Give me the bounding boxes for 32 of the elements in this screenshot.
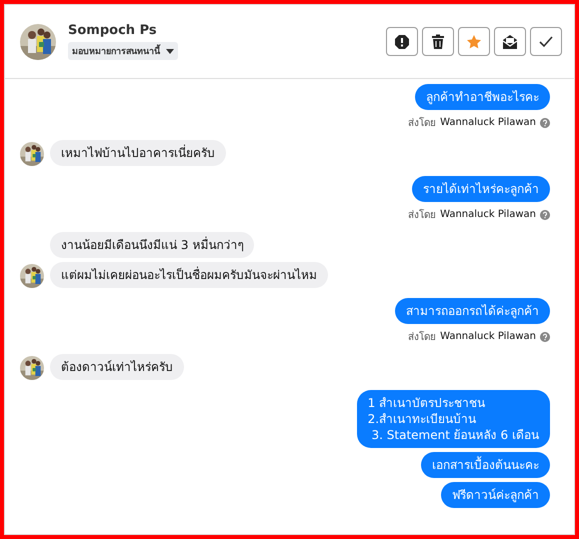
done-button[interactable] xyxy=(530,27,562,56)
alert-icon xyxy=(394,34,410,50)
sent-by-label: ส่งโดย xyxy=(408,116,436,130)
delete-button[interactable] xyxy=(422,27,454,56)
report-button[interactable] xyxy=(386,27,418,56)
received-message: แต่ผมไม่เคยผ่อนอะไรเป็นชื่อผมครับมันจะผ่านไหม xyxy=(50,262,328,288)
sent-message: 1 สำเนาบัตรประชาชน 2.สำเนาทะเบียนบ้าน 3. Statement ย้อนหลัง 6 เดือน xyxy=(356,390,550,448)
check-icon xyxy=(539,36,553,48)
mark-unread-button[interactable] xyxy=(494,27,526,56)
received-message: งานน้อยมีเดือนนึงมีแน่ 3 หมื่นกว่าๆ xyxy=(50,232,254,258)
help-icon[interactable] xyxy=(540,332,550,342)
sent-message: ฟรีดาวน์ค่ะลูกค้า xyxy=(441,482,550,508)
contact-name: Sompoch Ps xyxy=(68,23,158,38)
sent-message: เอกสารเบื้องต้นนะคะ xyxy=(421,452,550,478)
help-icon[interactable] xyxy=(540,118,550,128)
sent-message: รายได้เท่าไหร่คะลูกค้า xyxy=(412,176,550,202)
caret-icon xyxy=(166,48,174,54)
agent-name: Wannaluck Pilawan xyxy=(440,331,536,342)
envelope-icon xyxy=(502,34,518,50)
trash-icon xyxy=(431,34,445,50)
star-icon xyxy=(466,34,482,50)
sent-by-label: ส่งโดย xyxy=(408,330,436,344)
sent-message: ลูกค้าทำอาชีพอะไรคะ xyxy=(415,84,550,110)
sent-message: สามารถออกรถได้ค่ะลูกค้า xyxy=(395,298,550,324)
received-message: ต้องดาวน์เท่าไหร่ครับ xyxy=(50,354,184,380)
received-message: เหมาไฟบ้านไปอาคารเนี่ยครับ xyxy=(50,140,226,166)
star-button[interactable] xyxy=(458,27,490,56)
help-icon[interactable] xyxy=(540,210,550,220)
agent-name: Wannaluck Pilawan xyxy=(440,117,536,128)
sent-by-label: ส่งโดย xyxy=(408,208,436,222)
assign-dropdown[interactable]: มอบหมายการสนทนานี้ xyxy=(68,42,178,60)
agent-name: Wannaluck Pilawan xyxy=(440,209,536,220)
